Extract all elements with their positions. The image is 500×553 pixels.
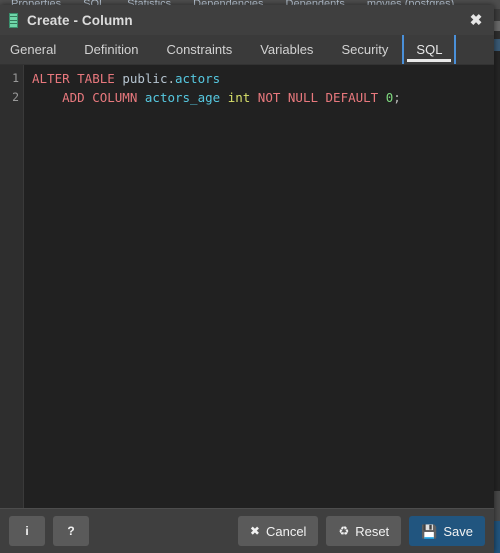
code-token-identifier: actors_age — [144, 90, 228, 105]
column-icon — [9, 12, 18, 28]
code-line: ADD COLUMN actors_age int NOT NULL DEFAU… — [32, 88, 494, 107]
background-edge-segment-7 — [494, 521, 500, 553]
background-edge-segment-2 — [494, 21, 500, 31]
tab-general[interactable]: General — [0, 35, 70, 64]
background-edge-segment-4 — [494, 39, 500, 51]
background-edge-segment-3 — [494, 31, 500, 39]
footer-left-buttons: i ? — [9, 516, 89, 546]
code-token-schema: public — [122, 71, 168, 86]
tab-label: SQL — [416, 42, 443, 57]
tab-constraints[interactable]: Constraints — [152, 35, 246, 64]
recycle-icon: ♻ — [338, 524, 350, 538]
floppy-disk-icon: 💾 — [421, 523, 438, 539]
dialog-title: Create - Column — [27, 12, 133, 28]
code-token-type: int — [227, 90, 258, 105]
line-number: 2 — [12, 90, 19, 104]
line-number: 1 — [12, 71, 19, 85]
code-token-keyword: ADD COLUMN — [32, 90, 145, 105]
reset-button[interactable]: ♻ Reset — [326, 516, 402, 546]
code-token-punct: . — [167, 71, 175, 86]
question-mark-icon: ? — [67, 524, 75, 538]
info-button[interactable]: i — [9, 516, 45, 546]
background-edge-segment-5 — [494, 51, 500, 491]
tab-sql[interactable]: SQL — [402, 35, 457, 64]
tab-label: Security — [341, 42, 389, 57]
background-edge-segment-0 — [494, 0, 500, 9]
close-icon[interactable]: ✖ — [466, 10, 486, 30]
tab-definition[interactable]: Definition — [70, 35, 152, 64]
tab-variables[interactable]: Variables — [246, 35, 327, 64]
close-x-icon: ✖ — [249, 524, 260, 538]
editor-code-area[interactable]: ALTER TABLE public.actors ADD COLUMN act… — [24, 65, 494, 508]
editor-line-number-gutter: 12 — [0, 65, 24, 508]
tab-label: General — [10, 42, 57, 57]
save-button[interactable]: 💾 Save — [409, 516, 485, 546]
dialog-titlebar: Create - Column ✖ — [0, 5, 494, 35]
footer-right-buttons: ✖ Cancel ♻ Reset 💾 Save — [237, 516, 485, 546]
dialog-footer: i ? ✖ Cancel ♻ Reset 💾 Save — [0, 508, 494, 553]
cancel-button-label: Cancel — [265, 523, 307, 539]
background-right-edge-strip — [494, 0, 500, 553]
tab-label: Variables — [260, 42, 314, 57]
tab-label: Definition — [84, 42, 139, 57]
save-button-label: Save — [443, 523, 473, 539]
create-column-dialog: Create - Column ✖ General Definition Const… — [0, 5, 494, 553]
background-edge-segment-6 — [494, 491, 500, 521]
code-token-keyword: ALTER TABLE — [32, 71, 123, 86]
cancel-button[interactable]: ✖ Cancel — [237, 516, 319, 546]
sql-editor[interactable]: 12 ALTER TABLE public.actors ADD COLUMN … — [0, 65, 494, 508]
tab-label: Constraints — [166, 42, 233, 57]
code-line: ALTER TABLE public.actors — [32, 69, 494, 88]
code-token-punct: ; — [393, 90, 401, 105]
info-icon: i — [25, 524, 29, 538]
tab-security[interactable]: Security — [327, 35, 402, 64]
code-token-identifier: actors — [175, 71, 221, 86]
reset-button-label: Reset — [355, 523, 390, 539]
code-token-keyword: NOT NULL DEFAULT — [257, 90, 386, 105]
background-edge-segment-1 — [494, 9, 500, 21]
dialog-tabbar: General Definition Constraints Variables Sec… — [0, 35, 494, 65]
help-button[interactable]: ? — [53, 516, 89, 546]
